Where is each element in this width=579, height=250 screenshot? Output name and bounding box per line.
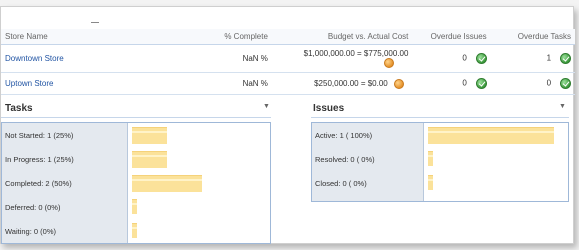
overdue-tasks-cell: 0 <box>490 72 575 95</box>
issues-title: Issues <box>313 103 345 114</box>
overdue-issues-cell: 0 <box>412 44 491 73</box>
tasks-title: Tasks <box>5 103 33 114</box>
tasks-divider <box>1 117 271 118</box>
overdue-tasks-cell: 1 <box>490 44 575 73</box>
header-divider <box>91 22 99 23</box>
budget-cell: $250,000.00 = $0.00 <box>271 72 413 95</box>
overdue-issues-value: 0 <box>462 53 467 63</box>
col-budget[interactable]: Budget vs. Actual Cost <box>271 29 413 45</box>
tasks-bar <box>132 175 202 192</box>
pct-complete-value: NaN % <box>211 44 272 73</box>
table-row: Downtown Store NaN % $1,000,000.00 = $77… <box>1 44 575 73</box>
issues-chart: Active: 1 ( 100%) Resolved: 0 ( 0%) Closed… <box>311 122 569 202</box>
tasks-row-label: Completed: 2 (50%) <box>5 179 72 188</box>
table-header-row: Store Name % Complete Budget vs. Actual … <box>1 29 575 45</box>
overdue-issues-value: 0 <box>462 78 467 88</box>
orange-dot-icon <box>384 58 395 68</box>
budget-value: $250,000.00 = $0.00 <box>314 78 388 88</box>
tasks-bar <box>132 199 137 214</box>
tasks-chart: Not Started: 1 (25%) In Progress: 1 (25%)… <box>1 122 271 244</box>
orange-dot-icon <box>394 78 405 89</box>
overdue-tasks-value: 0 <box>546 78 552 88</box>
budget-value: $1,000,000.00 = $775,000.00 <box>303 49 409 58</box>
col-pct-complete[interactable]: % Complete <box>211 29 272 45</box>
tasks-row-label: Waiting: 0 (0%) <box>5 227 56 236</box>
overdue-tasks-value: 1 <box>546 53 552 63</box>
col-store-name[interactable]: Store Name <box>1 29 212 45</box>
tasks-menu-arrow-icon[interactable]: ▼ <box>263 103 270 110</box>
issues-bar <box>428 127 554 144</box>
table-row: Uptown Store NaN % $250,000.00 = $0.00 0… <box>1 72 575 95</box>
tasks-row-label: Deferred: 0 (0%) <box>5 203 61 212</box>
overdue-issues-cell: 0 <box>412 72 491 95</box>
tasks-bar <box>132 127 167 144</box>
issues-divider <box>311 117 569 118</box>
store-name-link[interactable]: Downtown Store <box>1 44 212 73</box>
issues-row-label: Active: 1 ( 100%) <box>315 131 373 140</box>
green-check-icon <box>475 53 487 64</box>
green-check-icon <box>560 53 571 64</box>
budget-cell: $1,000,000.00 = $775,000.00 <box>271 44 413 73</box>
tasks-bar <box>132 151 167 168</box>
tasks-row-label: In Progress: 1 (25%) <box>5 155 74 164</box>
store-status-table: Store Name % Complete Budget vs. Actual … <box>1 29 575 95</box>
pct-complete-value: NaN % <box>211 72 272 95</box>
tasks-row-label: Not Started: 1 (25%) <box>5 131 74 140</box>
col-overdue-issues[interactable]: Overdue Issues <box>412 29 491 45</box>
issues-bar <box>428 175 433 190</box>
dashboard-panel: Store Name % Complete Budget vs. Actual … <box>0 6 575 244</box>
issues-bar <box>428 151 433 166</box>
tasks-bar <box>132 223 137 238</box>
green-check-icon <box>560 78 571 89</box>
issues-menu-arrow-icon[interactable]: ▼ <box>559 103 566 110</box>
issues-row-label: Closed: 0 ( 0%) <box>315 179 367 188</box>
store-name-link[interactable]: Uptown Store <box>1 72 212 95</box>
issues-row-label: Resolved: 0 ( 0%) <box>315 155 375 164</box>
col-overdue-tasks[interactable]: Overdue Tasks <box>490 29 575 45</box>
green-check-icon <box>475 78 487 89</box>
